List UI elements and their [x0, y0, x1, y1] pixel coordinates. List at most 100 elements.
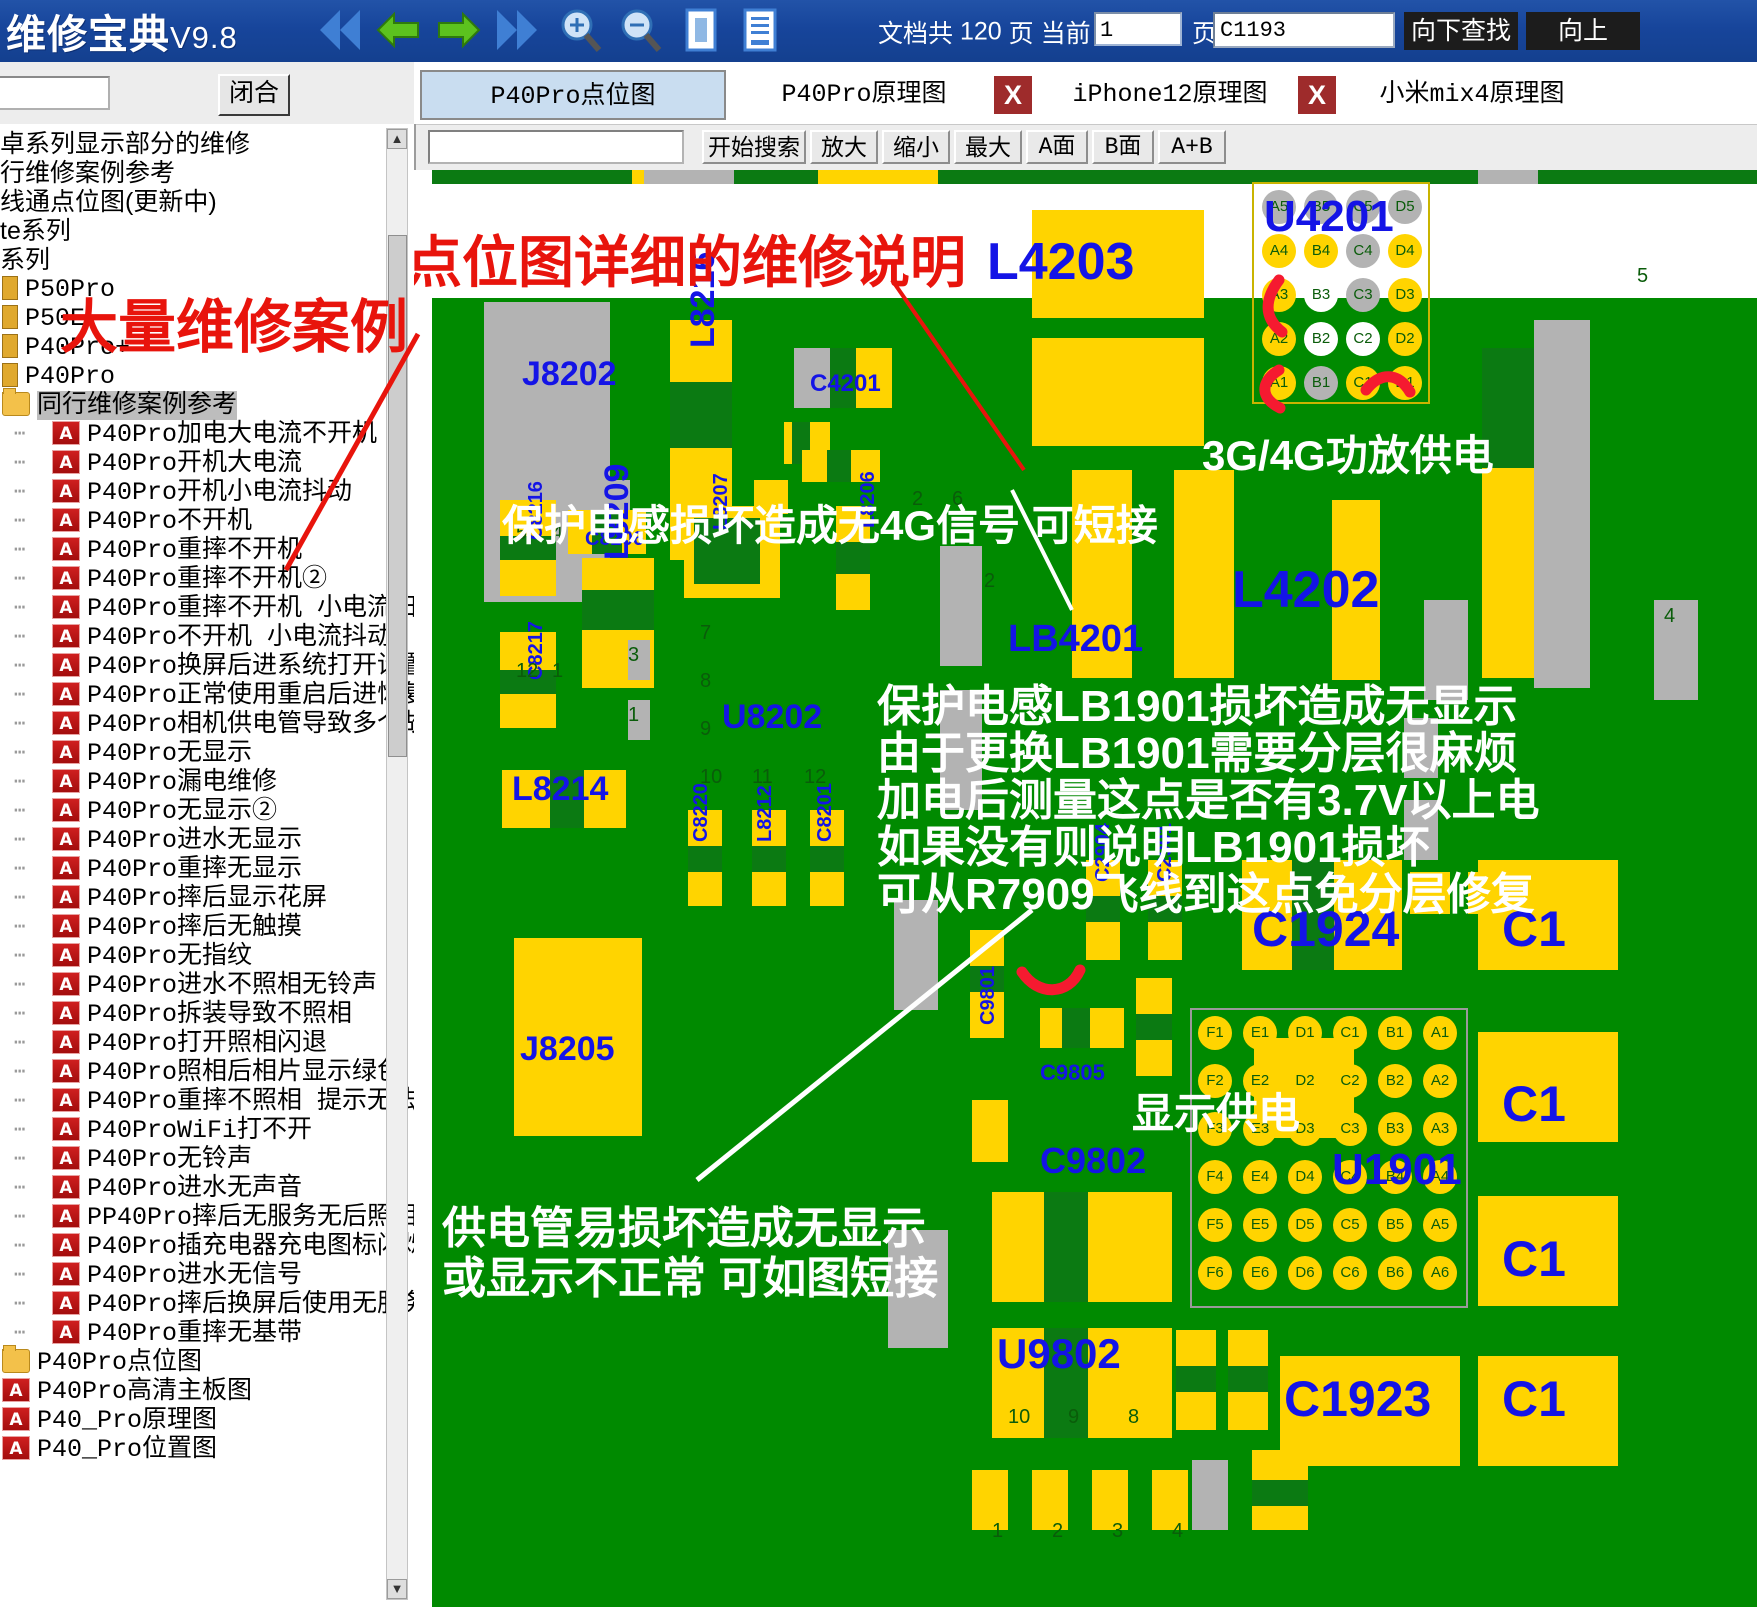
boardview-canvas[interactable]: A5 B5 C5 D5 A4 B4 C4 D4 A3 B3 C3 D3 A2 B2 C2 D2 A1 B1 C1 D1… — [414, 170, 1757, 1607]
tree-item-document[interactable]: P40_Pro原理图 — [0, 1406, 400, 1435]
tree-item-case[interactable]: ⋯ P40Pro照相后相片显示绿色 — [0, 1058, 402, 1087]
board-search-input[interactable] — [428, 130, 684, 164]
tree-item-case[interactable]: ⋯ P40Pro开机小电流抖动 — [0, 478, 400, 507]
tree-folder-selected[interactable]: 同行维修案例参考 — [0, 388, 400, 420]
tree-item-case[interactable]: ⋯ P40Pro摔后显示花屏 — [0, 884, 400, 913]
tree-item-case[interactable]: ⋯ P40Pro不开机 小电流抖动 — [0, 623, 400, 652]
tree-item-case[interactable]: ⋯ P40Pro无铃声 — [0, 1145, 400, 1174]
tab-xiaomi-mix4-schematic[interactable]: 小米mix4原理图 — [1342, 70, 1602, 120]
tree-item-case[interactable]: ⋯ P40Pro无显示② — [0, 797, 400, 826]
tree-item-case[interactable]: ⋯ P40Pro进水无声音 — [0, 1174, 400, 1203]
edge-seg — [1478, 170, 1538, 184]
tree-item-document[interactable]: P40Pro高清主板图 — [0, 1377, 400, 1406]
side-a-button[interactable]: A面 — [1026, 130, 1088, 164]
tree-item-case[interactable]: ⋯ P40Pro相机供电管导致多个故障 — [0, 710, 414, 739]
start-search-button[interactable]: 开始搜索 — [702, 130, 806, 164]
tree-item-case[interactable]: ⋯ P40Pro进水不照相无铃声 — [0, 971, 400, 1000]
tree-item-case[interactable]: ⋯ P40Pro不开机 — [0, 507, 400, 536]
first-page-icon[interactable] — [310, 4, 366, 56]
pdf-icon — [52, 623, 80, 652]
bga-ball: B1 — [1378, 1016, 1412, 1050]
bga-ball: B5 — [1378, 1208, 1412, 1242]
tree-item-case[interactable]: ⋯ P40Pro换屏后进系统打开设置卡 — [0, 652, 414, 681]
tree-item-document[interactable]: P40Pro点位图 — [0, 1345, 400, 1377]
tree-item-case[interactable]: ⋯ P40Pro重摔不开机 — [0, 536, 400, 565]
scroll-down-icon[interactable]: ▼ — [387, 1579, 407, 1599]
current-page-input[interactable]: 1 — [1094, 12, 1182, 46]
last-page-icon[interactable] — [491, 4, 547, 56]
tree-item-model[interactable]: P40Pro — [0, 362, 400, 391]
tree-item-case[interactable]: ⋯ P40Pro进水无显示 — [0, 826, 400, 855]
pin-number: 5 — [1637, 265, 1649, 287]
tree-header[interactable]: 行维修案例参考 — [0, 159, 400, 188]
bga-ball: A1 — [1423, 1016, 1457, 1050]
folder-icon — [2, 305, 18, 329]
tree-item-case[interactable]: ⋯ P40ProWiFi打不开 — [0, 1116, 400, 1145]
tree-header[interactable]: 系列 — [0, 246, 400, 275]
tree-item-case[interactable]: ⋯ P40Pro正常使用重启后进恢复模 — [0, 681, 414, 710]
tree-item-document[interactable]: P40_Pro位置图 — [0, 1435, 400, 1464]
next-page-icon[interactable] — [431, 4, 487, 56]
close-tab-p40pro-schematic[interactable]: X — [994, 76, 1032, 114]
bga-ball: A2 — [1262, 322, 1296, 356]
tree-item-case[interactable]: ⋯ P40Pro摔后换屏后使用无服务 — [0, 1290, 414, 1319]
find-previous-button[interactable]: 向上 — [1526, 12, 1640, 50]
tree-item-case[interactable]: ⋯ P40Pro重摔无基带 — [0, 1319, 400, 1348]
folder-icon — [2, 363, 18, 387]
tree-item-case[interactable]: ⋯ P40Pro插充电器充电图标闪烁 — [0, 1232, 414, 1261]
zoom-out-button[interactable]: 缩小 — [882, 130, 950, 164]
document-tabs: P40Pro点位图 P40Pro原理图 X iPhone12原理图 X 小米mi… — [414, 62, 1757, 124]
tab-iphone12-schematic[interactable]: iPhone12原理图 — [1040, 70, 1300, 120]
pdf-icon — [52, 884, 80, 913]
pdf-icon — [52, 1058, 80, 1087]
bga-ball: C1 — [1346, 366, 1380, 400]
tree-case-label: P40Pro无显示 — [87, 739, 253, 768]
tree-item-case[interactable]: ⋯ P40Pro重摔不开机② — [0, 565, 400, 594]
component-label: C9801 — [977, 966, 999, 1025]
title-bar: 维修宝典V9.8 文档共 120 页 当前 1 页 C1193 向下查找 向上 — [0, 0, 1757, 62]
zoom-out-icon[interactable] — [612, 4, 668, 56]
side-b-button[interactable]: B面 — [1092, 130, 1154, 164]
find-input[interactable]: C1193 — [1213, 12, 1395, 48]
tree-item-case[interactable]: ⋯ P40Pro加电大电流不开机 — [0, 420, 400, 449]
tree-item-case[interactable]: ⋯ P40Pro拆装导致不照相 — [0, 1000, 400, 1029]
single-page-view-icon[interactable] — [673, 4, 729, 56]
scroll-up-icon[interactable]: ▲ — [387, 129, 407, 149]
tree-item-case[interactable]: ⋯ P40Pro无显示 — [0, 739, 400, 768]
collapse-tree-button[interactable]: 闭合 — [218, 74, 290, 116]
tree-header[interactable]: 卓系列显示部分的维修 — [0, 130, 400, 159]
tree-case-label: P40Pro正常使用重启后进恢复模 — [87, 681, 416, 710]
navigation-toolbar — [310, 4, 789, 56]
tree-case-label: P40Pro重摔不开机 — [87, 536, 303, 565]
tree-connector: ⋯ — [14, 510, 26, 532]
tree-item-case[interactable]: ⋯ P40Pro重摔不照相 提示无法连 — [0, 1087, 414, 1116]
tree-item-case[interactable]: ⋯ P40Pro漏电维修 — [0, 768, 400, 797]
tree-item-case[interactable]: ⋯ P40Pro开机大电流 — [0, 449, 400, 478]
tree-connector: ⋯ — [14, 1090, 26, 1112]
continuous-page-view-icon[interactable] — [733, 4, 789, 56]
tree-connector: ⋯ — [14, 713, 26, 735]
fit-max-button[interactable]: 最大 — [954, 130, 1022, 164]
zoom-in-button[interactable]: 放大 — [810, 130, 878, 164]
find-next-button[interactable]: 向下查找 — [1404, 12, 1518, 50]
tree-item-case[interactable]: ⋯ P40Pro进水无信号 — [0, 1261, 400, 1290]
tree-header[interactable]: te系列 — [0, 217, 400, 246]
tree-item-case[interactable]: ⋯ PP40Pro摔后无服务无后照相 — [0, 1203, 414, 1232]
zoom-in-icon[interactable] — [552, 4, 608, 56]
tree-item-case[interactable]: ⋯ P40Pro摔后无触摸 — [0, 913, 400, 942]
tree-case-label: P40Pro相机供电管导致多个故障 — [87, 710, 416, 739]
close-tab-iphone12-schematic[interactable]: X — [1298, 76, 1336, 114]
sidebar-filter-input[interactable]: 板 — [0, 76, 110, 110]
tree-case-label: PP40Pro摔后无服务无后照相 — [87, 1203, 416, 1232]
tree-item-case[interactable]: ⋯ P40Pro无指纹 — [0, 942, 400, 971]
prev-page-icon[interactable] — [370, 4, 426, 56]
tree-item-case[interactable]: ⋯ P40Pro重摔不开机 小电流归零 — [0, 594, 414, 623]
tab-p40pro-boardview[interactable]: P40Pro点位图 — [420, 70, 726, 120]
tab-p40pro-schematic[interactable]: P40Pro原理图 — [734, 70, 994, 120]
tree-item-case[interactable]: ⋯ P40Pro重摔无显示 — [0, 855, 400, 884]
tree-case-label: P40Pro插充电器充电图标闪烁 — [87, 1232, 416, 1261]
side-ab-button[interactable]: A+B — [1158, 130, 1226, 164]
pin-number: 2 — [1052, 1520, 1064, 1542]
tree-item-case[interactable]: ⋯ P40Pro打开照相闪退 — [0, 1029, 400, 1058]
tree-header[interactable]: 线通点位图(更新中) — [0, 188, 400, 217]
